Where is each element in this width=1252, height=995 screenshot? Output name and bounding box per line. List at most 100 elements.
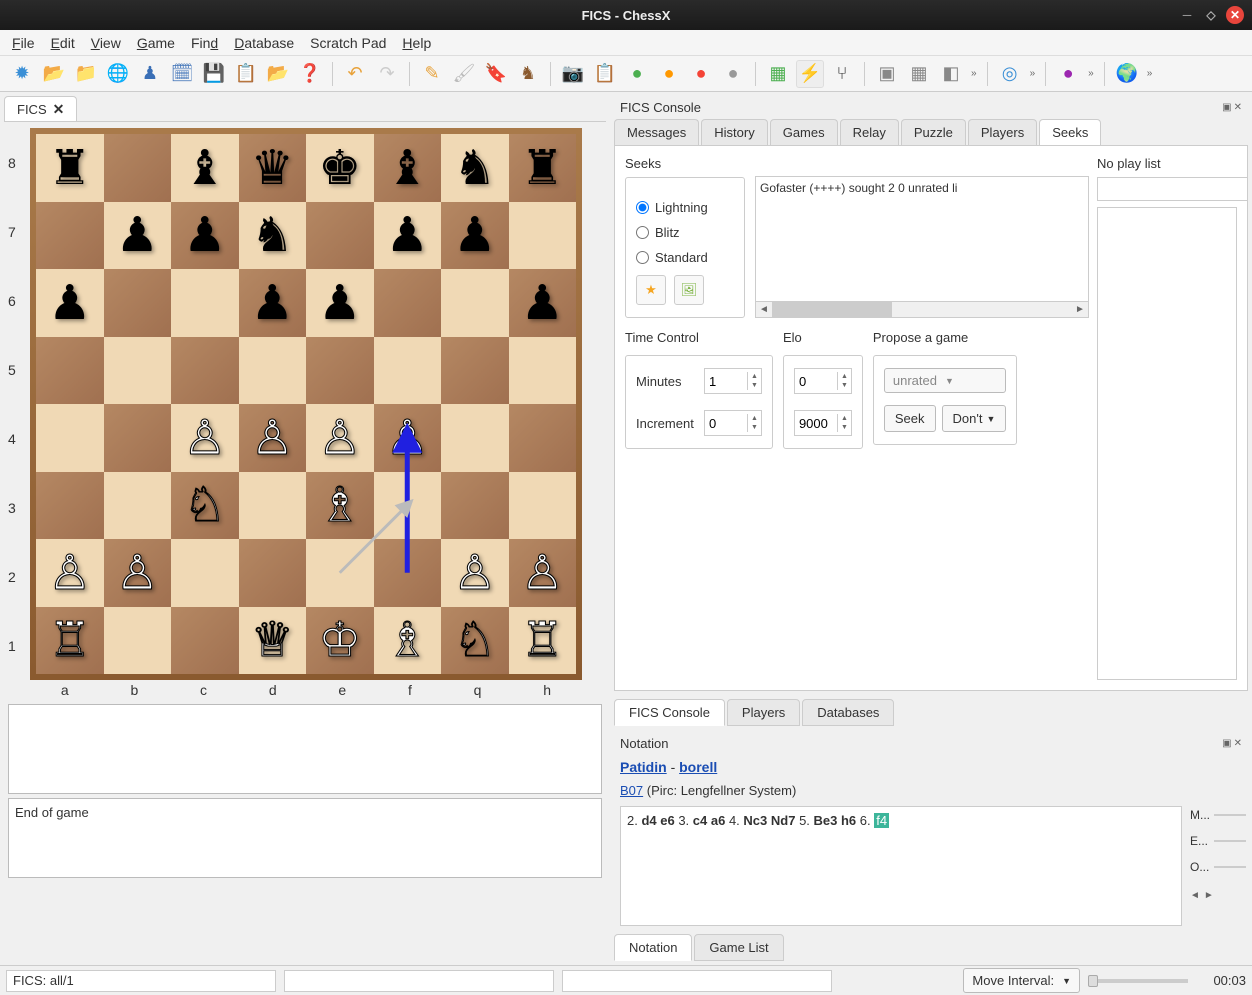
tab-fics[interactable]: FICS ✕	[4, 96, 77, 121]
square-f8[interactable]: ♝	[374, 134, 442, 202]
save-icon[interactable]: 💾	[200, 60, 228, 88]
scrollbar-thumb[interactable]	[772, 302, 892, 317]
menu-find[interactable]: Find	[191, 35, 218, 51]
square-b4[interactable]	[104, 404, 172, 472]
elo-max-spinner[interactable]: ▲▼	[794, 410, 852, 436]
square-h2[interactable]: ♙	[509, 539, 577, 607]
red-circle-icon[interactable]: ●	[687, 60, 715, 88]
square-c2[interactable]	[171, 539, 239, 607]
minutes-input[interactable]	[705, 374, 747, 389]
piece-bp[interactable]: ♟	[116, 207, 159, 263]
square-f5[interactable]	[374, 337, 442, 405]
square-c1[interactable]	[171, 607, 239, 675]
toolbar-more-4[interactable]: »	[1145, 68, 1155, 79]
piece-wb[interactable]: ♗	[318, 477, 361, 533]
square-d5[interactable]	[239, 337, 307, 405]
fics-tab-players[interactable]: Players	[968, 119, 1037, 145]
piece-wn[interactable]: ♘	[183, 477, 226, 533]
square-h8[interactable]: ♜	[509, 134, 577, 202]
piece-bp[interactable]: ♟	[386, 207, 429, 263]
piece-wp[interactable]: ♙	[318, 410, 361, 466]
square-c4[interactable]: ♙	[171, 404, 239, 472]
piece-bp[interactable]: ♟	[251, 275, 294, 331]
slider-m[interactable]	[1214, 814, 1246, 816]
square-c6[interactable]	[171, 269, 239, 337]
piece-wb[interactable]: ♗	[386, 612, 429, 668]
fics-tab-messages[interactable]: Messages	[614, 119, 699, 145]
orange-circle-icon[interactable]: ●	[655, 60, 683, 88]
fork-icon[interactable]: ⑂	[828, 60, 856, 88]
subtab-players[interactable]: Players	[727, 699, 800, 726]
piece-bn[interactable]: ♞	[453, 140, 496, 196]
fics-tab-relay[interactable]: Relay	[840, 119, 899, 145]
square-g1[interactable]: ♘	[441, 607, 509, 675]
gray-circle-icon[interactable]: ●	[719, 60, 747, 88]
piece-bb[interactable]: ♝	[183, 140, 226, 196]
square-c8[interactable]: ♝	[171, 134, 239, 202]
brush-icon[interactable]: 🖌	[450, 60, 478, 88]
no-play-list[interactable]	[1097, 207, 1237, 680]
increment-spinner[interactable]: ▲▼	[704, 410, 762, 436]
menu-file[interactable]: File	[12, 35, 35, 51]
grid-green-icon[interactable]: ▦	[764, 60, 792, 88]
square-b1[interactable]	[104, 607, 172, 675]
piece-br[interactable]: ♜	[521, 140, 564, 196]
square-g4[interactable]	[441, 404, 509, 472]
square-g6[interactable]	[441, 269, 509, 337]
redo-icon[interactable]: ↷	[373, 60, 401, 88]
close-button[interactable]: ✕	[1226, 6, 1244, 24]
piece-bp[interactable]: ♟	[48, 275, 91, 331]
piece-wp[interactable]: ♙	[116, 545, 159, 601]
minutes-spinner[interactable]: ▲▼	[704, 368, 762, 394]
square-b8[interactable]	[104, 134, 172, 202]
square-c5[interactable]	[171, 337, 239, 405]
square-b2[interactable]: ♙	[104, 539, 172, 607]
hscroll-right-icon[interactable]: ►	[1204, 890, 1214, 901]
square-f4[interactable]: ♙	[374, 404, 442, 472]
piece-wq[interactable]: ♕	[251, 612, 294, 668]
seek-option-standard[interactable]: Standard	[636, 250, 734, 265]
piece-wr[interactable]: ♖	[521, 612, 564, 668]
square-e5[interactable]	[306, 337, 374, 405]
fics-tab-games[interactable]: Games	[770, 119, 838, 145]
square-g7[interactable]: ♟	[441, 202, 509, 270]
toolbar-more-1[interactable]: »	[969, 68, 979, 79]
seek-entry[interactable]: Gofaster (++++) sought 2 0 unrated li	[760, 181, 1084, 195]
globe-icon[interactable]: 🌐	[104, 60, 132, 88]
square-g8[interactable]: ♞	[441, 134, 509, 202]
square-f2[interactable]	[374, 539, 442, 607]
square-b7[interactable]: ♟	[104, 202, 172, 270]
seek-option-blitz[interactable]: Blitz	[636, 225, 734, 240]
square-h7[interactable]	[509, 202, 577, 270]
square-g3[interactable]	[441, 472, 509, 540]
edit-icon[interactable]: ✎	[418, 60, 446, 88]
square-a5[interactable]	[36, 337, 104, 405]
square-e3[interactable]: ♗	[306, 472, 374, 540]
gear-icon[interactable]: ✹	[8, 60, 36, 88]
dont-button[interactable]: Don't▼	[942, 405, 1007, 432]
horse-icon[interactable]: ♞	[514, 60, 542, 88]
square-h5[interactable]	[509, 337, 577, 405]
no-play-input[interactable]	[1097, 177, 1248, 201]
move-interval-combo[interactable]: Move Interval:▼	[963, 968, 1080, 993]
bottomtab-notation[interactable]: Notation	[614, 934, 692, 961]
square-d1[interactable]: ♕	[239, 607, 307, 675]
undo-icon[interactable]: ↶	[341, 60, 369, 88]
piece-wp[interactable]: ♙	[48, 545, 91, 601]
menu-game[interactable]: Game	[137, 35, 175, 51]
square-f1[interactable]: ♗	[374, 607, 442, 675]
square-b5[interactable]	[104, 337, 172, 405]
piece-bp[interactable]: ♟	[521, 275, 564, 331]
piece-bp[interactable]: ♟	[453, 207, 496, 263]
black-player-link[interactable]: borell	[679, 759, 717, 775]
square-h3[interactable]	[509, 472, 577, 540]
scroll-right-icon[interactable]: ►	[1072, 302, 1088, 317]
square-h1[interactable]: ♖	[509, 607, 577, 675]
square-d3[interactable]	[239, 472, 307, 540]
move-interval-slider[interactable]	[1088, 979, 1188, 983]
piece-wp[interactable]: ♙	[183, 410, 226, 466]
square-g5[interactable]	[441, 337, 509, 405]
square-a3[interactable]	[36, 472, 104, 540]
square-c7[interactable]: ♟	[171, 202, 239, 270]
subtab-fics-console[interactable]: FICS Console	[614, 699, 725, 726]
